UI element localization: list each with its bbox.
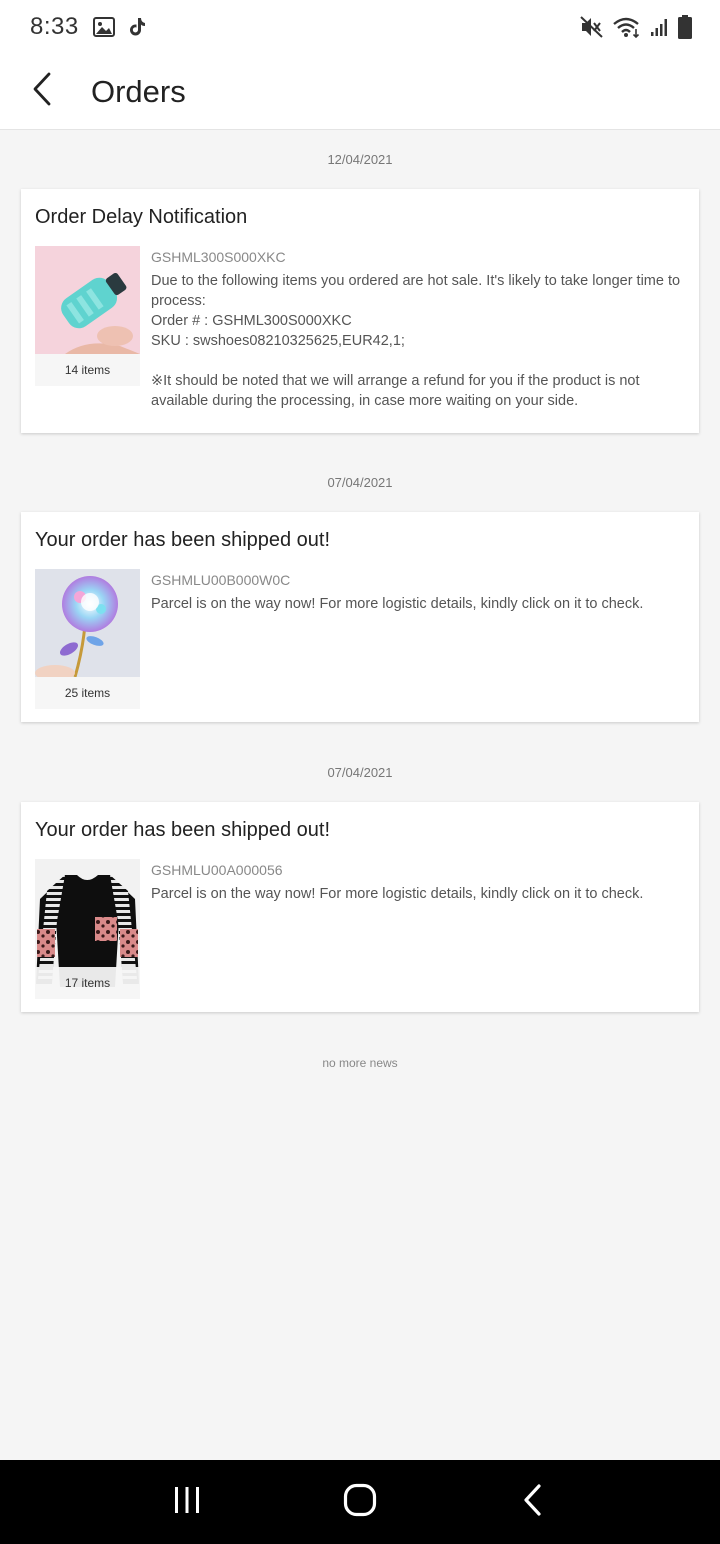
back-button[interactable] [0, 54, 84, 130]
message-title: Your order has been shipped out! [35, 819, 331, 841]
item-count: 17 items [35, 967, 140, 999]
home-icon [343, 1483, 377, 1522]
status-time: 8:33 [30, 13, 79, 40]
message-description: Parcel is on the way now! For more logis… [151, 886, 644, 902]
message-body: 14 items GSHML300S000XKC Due to the foll… [35, 246, 685, 411]
message-text: GSHMLU00A000056 Parcel is on the way now… [151, 859, 685, 999]
message-text: GSHML300S000XKC Due to the following ite… [151, 246, 685, 411]
page-title: Orders [91, 73, 186, 109]
status-left: 8:33 [30, 13, 147, 41]
order-id: GSHMLU00A000056 [151, 862, 283, 878]
recents-button[interactable] [147, 1460, 227, 1544]
image-icon [92, 17, 115, 37]
message-body: 25 items GSHMLU00B000W0C Parcel is on th… [35, 569, 685, 709]
order-message-card[interactable]: Order Delay Notification 14 items GSHML3… [21, 189, 699, 433]
order-message-card[interactable]: Your order has been shipped out! [21, 802, 699, 1012]
message-description: Parcel is on the way now! For more logis… [151, 596, 644, 612]
wifi-icon [612, 16, 642, 38]
system-nav-bar [0, 1460, 720, 1544]
back-icon [522, 1483, 544, 1522]
signal-icon [650, 17, 670, 37]
no-more-news-label: no more news [322, 1056, 398, 1070]
battery-icon [678, 15, 692, 39]
orders-message-list[interactable]: 12/04/2021 Order Delay Notification 14 i… [0, 130, 720, 1460]
recents-icon [172, 1485, 202, 1520]
item-count: 14 items [35, 354, 140, 386]
message-text: GSHMLU00B000W0C Parcel is on the way now… [151, 569, 685, 709]
mute-icon [580, 16, 604, 38]
order-id: GSHMLU00B000W0C [151, 572, 291, 588]
message-title: Order Delay Notification [35, 206, 248, 228]
status-bar: 8:33 [0, 0, 720, 54]
order-thumbnail: 17 items [35, 859, 140, 999]
order-id: GSHML300S000XKC [151, 249, 286, 265]
message-description: Due to the following items you ordered a… [151, 273, 681, 409]
order-thumbnail: 14 items [35, 246, 140, 386]
galaxy-rose-image [35, 569, 140, 677]
home-button[interactable] [320, 1460, 400, 1544]
message-date: 07/04/2021 [327, 475, 393, 490]
app-header: Orders [0, 54, 720, 130]
status-right [580, 15, 692, 39]
item-count: 25 items [35, 677, 140, 709]
message-date: 12/04/2021 [327, 152, 393, 167]
tiktok-icon [129, 17, 147, 37]
message-body: 17 items GSHMLU00A000056 Parcel is on th… [35, 859, 685, 999]
order-thumbnail: 25 items [35, 569, 140, 709]
nav-back-button[interactable] [493, 1460, 573, 1544]
order-message-card[interactable]: Your order has been shipped out! [21, 512, 699, 722]
water-bottle-image [35, 246, 140, 354]
chevron-left-icon [30, 71, 54, 112]
message-date: 07/04/2021 [327, 765, 393, 780]
message-title: Your order has been shipped out! [35, 529, 331, 551]
